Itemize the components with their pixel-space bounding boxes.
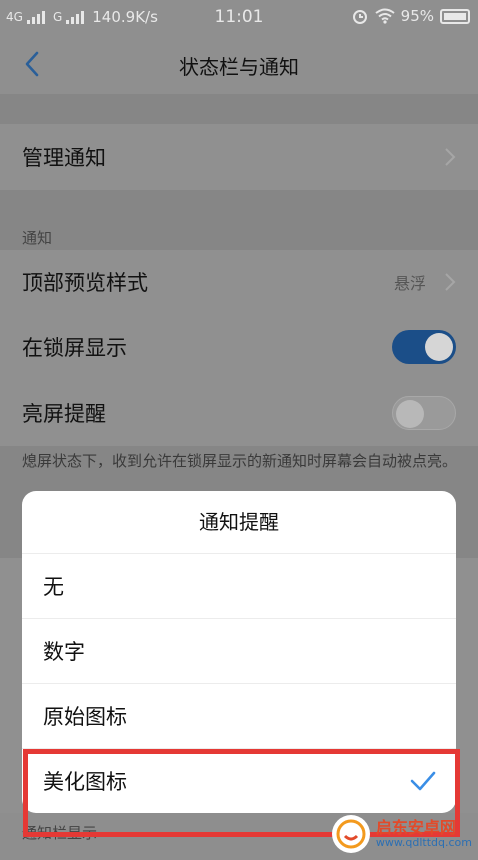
show-on-lockscreen-toggle[interactable] [392, 330, 456, 364]
battery-icon [440, 8, 470, 24]
divider-gap [0, 94, 478, 124]
wifi-icon [375, 8, 395, 24]
option-none[interactable]: 无 [22, 553, 456, 618]
dialog-title: 通知提醒 [199, 510, 279, 534]
nav-bar: 状态栏与通知 [0, 34, 478, 94]
watermark-text: 启东安卓网 www.qdlttdq.com [376, 819, 472, 849]
option-original-icon[interactable]: 原始图标 [22, 683, 456, 748]
option-label: 无 [43, 575, 64, 599]
top-preview-style-value: 悬浮 [393, 274, 426, 293]
wake-screen-toggle[interactable] [392, 396, 456, 430]
manage-notifications-label: 管理通知 [22, 146, 106, 170]
battery-percent: 95% [400, 7, 434, 25]
option-label: 原始图标 [43, 705, 127, 729]
watermark-name: 启东安卓网 [375, 818, 456, 838]
show-on-lockscreen-row[interactable]: 在锁屏显示 [0, 314, 478, 380]
top-preview-style-row[interactable]: 顶部预览样式 悬浮 [0, 250, 478, 314]
toggle-knob [425, 333, 453, 361]
wake-screen-row[interactable]: 亮屏提醒 [0, 380, 478, 446]
top-preview-style-label: 顶部预览样式 [22, 271, 148, 295]
manage-notifications-row[interactable]: 管理通知 [0, 124, 478, 190]
watermark: 启东安卓网 www.qdlttdq.com [332, 810, 472, 858]
wake-screen-label: 亮屏提醒 [22, 402, 106, 426]
chevron-right-icon [445, 273, 456, 291]
option-number[interactable]: 数字 [22, 618, 456, 683]
toggle-knob [396, 400, 424, 428]
watermark-url: www.qdlttdq.com [375, 835, 472, 849]
watermark-logo-icon [332, 815, 370, 853]
option-label: 数字 [43, 640, 85, 664]
section-header-notifications: 通知 [22, 229, 53, 247]
chevron-right-icon [445, 148, 456, 166]
status-bar: 4G G 140.9K/s 11:01 95% [0, 0, 478, 34]
alarm-icon [352, 10, 367, 24]
section-gap [0, 190, 478, 250]
page-title: 状态栏与通知 [179, 55, 299, 79]
status-right: 95% [351, 7, 470, 25]
wake-screen-description: 熄屏状态下，收到允许在锁屏显示的新通知时屏幕会自动被点亮。 [22, 452, 458, 470]
show-on-lockscreen-label: 在锁屏显示 [22, 336, 127, 360]
